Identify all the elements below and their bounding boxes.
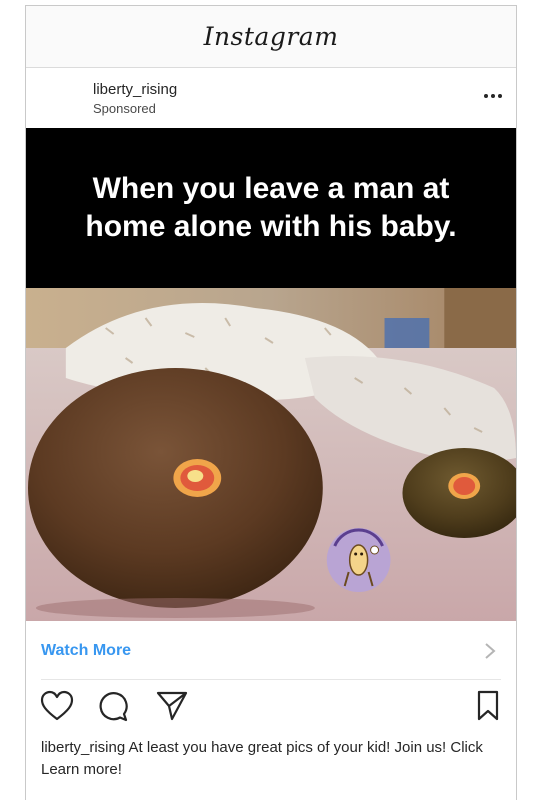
heart-icon[interactable] xyxy=(40,690,74,722)
more-dots-icon xyxy=(484,94,488,98)
watch-more-link[interactable]: Watch More xyxy=(41,642,131,660)
post-media[interactable]: When you leave a man at home alone with … xyxy=(26,128,516,621)
chevron-right-icon[interactable] xyxy=(484,643,496,659)
send-icon[interactable] xyxy=(156,690,188,722)
more-options-button[interactable] xyxy=(484,94,502,98)
post-caption: liberty_rising At least you have great p… xyxy=(41,737,503,781)
bookmark-icon[interactable] xyxy=(476,690,500,722)
kiwi-photo xyxy=(26,288,516,621)
instagram-post-frame: Instagram liberty_rising Sponsored When … xyxy=(25,5,517,800)
divider xyxy=(41,679,501,680)
meme-text: When you leave a man at home alone with … xyxy=(85,172,457,243)
app-header: Instagram xyxy=(26,6,516,68)
post-username[interactable]: liberty_rising xyxy=(93,81,177,98)
watch-more-bar[interactable]: Watch More xyxy=(26,621,516,681)
app-logo[interactable]: Instagram xyxy=(204,22,339,51)
post-header: liberty_rising Sponsored xyxy=(26,68,516,128)
meme-caption-band: When you leave a man at home alone with … xyxy=(26,128,516,288)
sponsored-label: Sponsored xyxy=(93,101,156,116)
comment-icon[interactable] xyxy=(98,690,130,722)
caption-username[interactable]: liberty_rising xyxy=(41,739,125,756)
action-bar xyxy=(26,690,516,726)
